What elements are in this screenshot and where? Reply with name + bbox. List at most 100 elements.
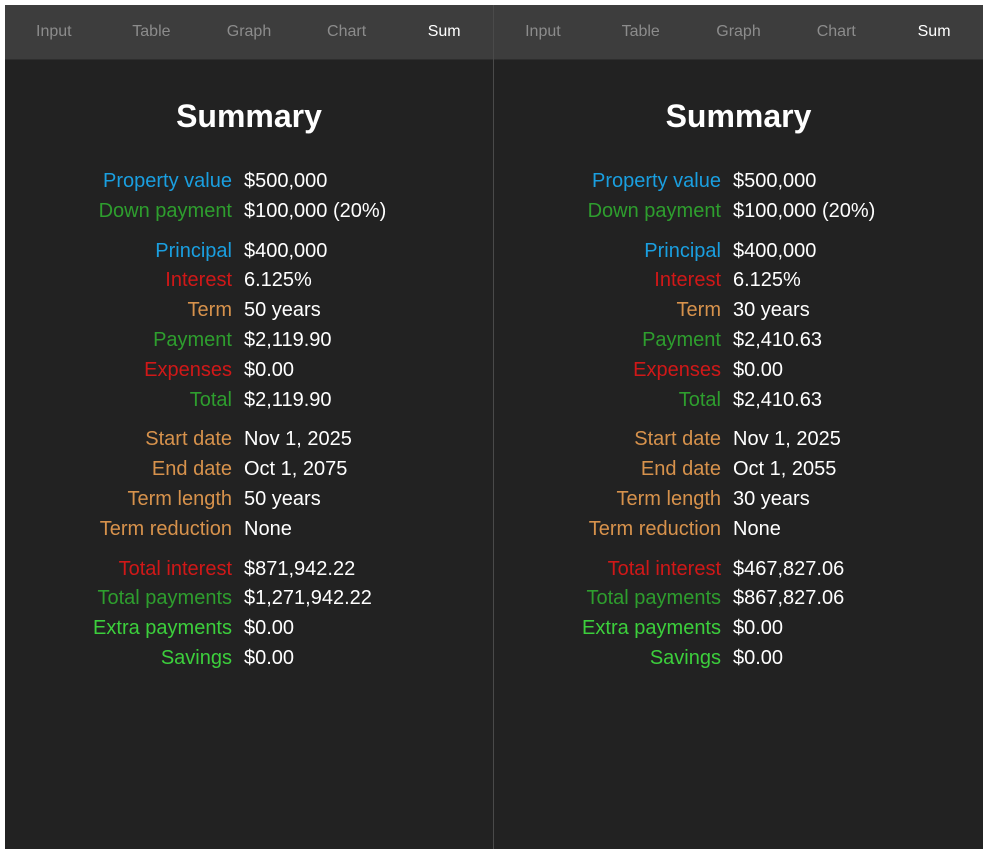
summary-row: Extra payments $0.00 — [5, 614, 493, 644]
summary-row: Total interest $871,942.22 — [5, 555, 493, 585]
summary-group: Property value $500,000 Down payment $100,0… — [5, 167, 493, 227]
summary-value: $2,119.90 — [244, 328, 332, 351]
summary-value: 50 years — [244, 299, 321, 322]
summary-row: Principal $400,000 — [494, 237, 983, 267]
summary-label: Expenses — [633, 358, 721, 381]
tab-graph[interactable]: Graph — [690, 5, 788, 59]
summary-label: Down payment — [98, 199, 232, 222]
summary-label: Term — [187, 299, 232, 322]
tab-sum[interactable]: Sum — [885, 5, 983, 59]
split-view: Input Table Graph Chart Sum Summary Prop… — [5, 5, 983, 849]
summary-label: Savings — [160, 646, 232, 669]
summary-row: Principal $400,000 — [5, 237, 493, 267]
summary-group: Principal $400,000 Interest 6.125% Term 30 ye… — [494, 237, 983, 416]
summary-value: $0.00 — [733, 358, 784, 381]
summary-value: 50 years — [244, 487, 321, 510]
summary-group: Start date Nov 1, 2025 End date Oct 1, 2075… — [5, 425, 493, 544]
summary-row: Start date Nov 1, 2025 — [5, 425, 493, 455]
summary-value: None — [244, 517, 292, 540]
summary-value: $871,942.22 — [244, 557, 356, 580]
summary-label: Down payment — [587, 199, 721, 222]
summary-row: Payment $2,410.63 — [494, 326, 983, 356]
summary-value: Oct 1, 2055 — [733, 458, 837, 481]
tab-input[interactable]: Input — [494, 5, 592, 59]
summary-label: Property value — [592, 170, 721, 192]
tab-bar: Input Table Graph Chart Sum — [494, 5, 983, 60]
tab-table[interactable]: Table — [592, 5, 690, 59]
summary-row: End date Oct 1, 2055 — [494, 455, 983, 485]
summary-row: Total $2,410.63 — [494, 386, 983, 416]
summary-group: Principal $400,000 Interest 6.125% Term 50 ye… — [5, 237, 493, 416]
summary-label: Total payments — [586, 587, 721, 610]
summary-label: Interest — [165, 269, 232, 292]
summary-row: End date Oct 1, 2075 — [5, 455, 493, 485]
summary-group: Total interest $467,827.06 Total payments $… — [494, 555, 983, 674]
summary-row: Total payments $867,827.06 — [494, 584, 983, 614]
summary-label: Start date — [634, 428, 721, 451]
summary-value: 6.125% — [733, 269, 801, 292]
tab-input[interactable]: Input — [5, 5, 103, 59]
summary-row: Total payments $1,271,942.22 — [5, 584, 493, 614]
summary-row: Term reduction None — [494, 515, 983, 545]
summary-label: End date — [640, 458, 721, 481]
summary-label: Term reduction — [99, 517, 232, 540]
tab-graph[interactable]: Graph — [200, 5, 298, 59]
summary-value: 30 years — [733, 299, 810, 322]
summary-value: $2,119.90 — [244, 388, 332, 411]
summary-value: $500,000 — [733, 170, 817, 192]
tab-table[interactable]: Table — [103, 5, 201, 59]
summary-row: Term reduction None — [5, 515, 493, 545]
summary-label: Term length — [127, 487, 233, 510]
summary-value: $0.00 — [244, 358, 295, 381]
summary-label: Total interest — [118, 557, 232, 580]
summary-row: Expenses $0.00 — [494, 356, 983, 386]
summary-row: Savings $0.00 — [5, 644, 493, 674]
summary-label: Interest — [654, 269, 721, 292]
summary-value: Oct 1, 2075 — [244, 458, 348, 481]
summary-value: $400,000 — [733, 239, 817, 262]
summary-label: Total payments — [97, 587, 232, 610]
summary-row: Extra payments $0.00 — [494, 614, 983, 644]
summary-value: $0.00 — [244, 617, 295, 640]
summary-label: Extra payments — [582, 617, 721, 640]
summary-panel-left: Input Table Graph Chart Sum Summary Prop… — [5, 5, 494, 849]
tab-chart[interactable]: Chart — [298, 5, 396, 59]
tab-bar: Input Table Graph Chart Sum — [5, 5, 493, 60]
summary-label: Payment — [642, 328, 721, 351]
summary-group: Total interest $871,942.22 Total payments $… — [5, 555, 493, 674]
summary-value: $400,000 — [244, 239, 328, 262]
summary-value: $867,827.06 — [733, 587, 845, 610]
summary-group: Start date Nov 1, 2025 End date Oct 1, 2055… — [494, 425, 983, 544]
summary-label: Total — [678, 388, 721, 411]
tab-sum[interactable]: Sum — [395, 5, 493, 59]
summary-row: Savings $0.00 — [494, 644, 983, 674]
summary-value: $467,827.06 — [733, 557, 845, 580]
summary-row: Total interest $467,827.06 — [494, 555, 983, 585]
summary-row: Down payment $100,000 (20%) — [494, 197, 983, 227]
summary-row: Down payment $100,000 (20%) — [5, 197, 493, 227]
summary-label: Property value — [103, 170, 232, 192]
summary-value: $0.00 — [733, 646, 784, 669]
summary-value: 6.125% — [244, 269, 312, 292]
summary-label: Expenses — [144, 358, 232, 381]
page-title: Summary — [176, 98, 322, 134]
summary-label: Term — [676, 299, 721, 322]
summary-row: Payment $2,119.90 — [5, 326, 493, 356]
summary-row: Interest 6.125% — [494, 266, 983, 296]
summary-row: Expenses $0.00 — [5, 356, 493, 386]
summary-value: Nov 1, 2025 — [244, 428, 352, 451]
summary-value: $2,410.63 — [733, 328, 822, 351]
summary-label: Payment — [153, 328, 232, 351]
summary-value: 30 years — [733, 487, 810, 510]
summary-value: $0.00 — [244, 646, 295, 669]
summary-value: $100,000 (20%) — [244, 199, 387, 222]
summary-value: $500,000 — [244, 170, 328, 192]
summary-value: $0.00 — [733, 617, 784, 640]
summary-row: Term 30 years — [494, 296, 983, 326]
summary-value: Nov 1, 2025 — [733, 428, 841, 451]
summary-label: Principal — [644, 239, 721, 262]
summary-label: Term reduction — [588, 517, 721, 540]
summary-value: $2,410.63 — [733, 388, 822, 411]
summary-panel-right: Input Table Graph Chart Sum Summary Prop… — [494, 5, 983, 849]
tab-chart[interactable]: Chart — [787, 5, 885, 59]
